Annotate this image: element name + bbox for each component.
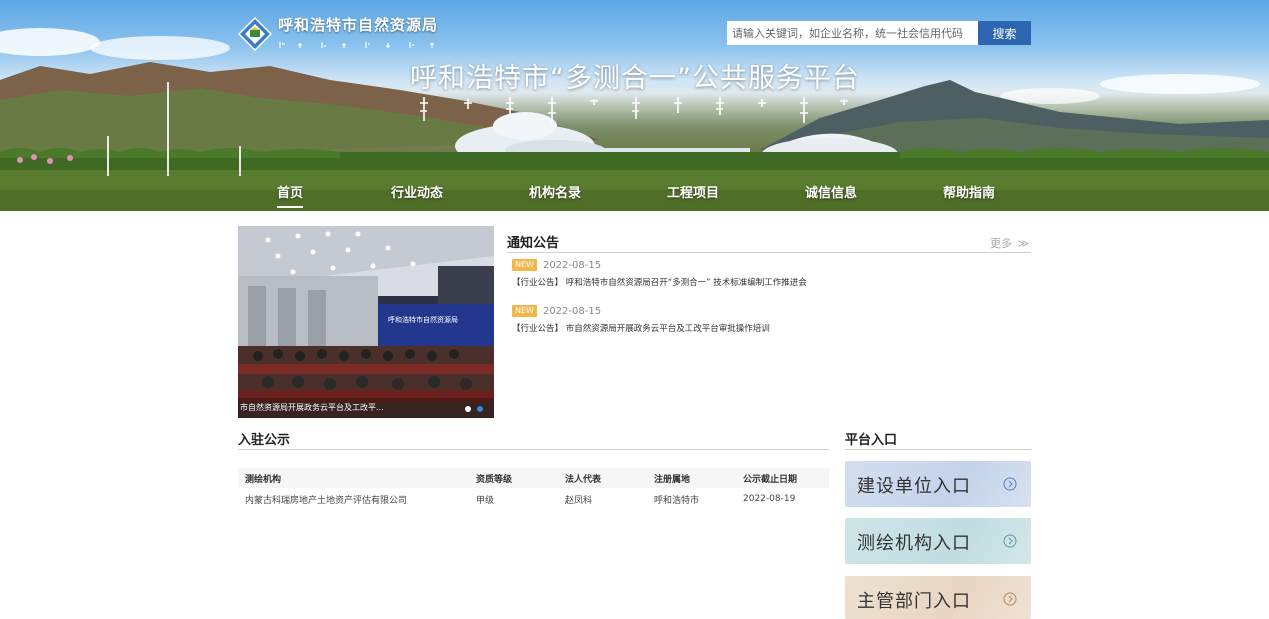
circle-arrow-right-icon	[1003, 534, 1017, 548]
entry-label: 测绘机构入口	[857, 533, 971, 554]
table-cell: 赵凤科	[565, 495, 593, 506]
carousel-caption[interactable]: 市自然资源局开展政务云平台及工改平...	[238, 398, 494, 418]
entry-label: 主管部门入口	[857, 591, 971, 612]
notice-title: 通知公告	[507, 236, 560, 251]
notice-date: 2022-08-15	[542, 259, 602, 271]
emblem-icon	[238, 17, 272, 51]
column-header: 测绘机构	[238, 468, 469, 488]
circle-arrow-right-icon	[1003, 477, 1017, 491]
settled-table: 测绘机构 资质等级 法人代表 注册属地 公示截止日期 内蒙古科瑞房地产土地资产评…	[238, 468, 829, 510]
notice-section-header: 通知公告 更多 ≫	[507, 232, 1031, 253]
column-header: 公示截止日期	[736, 468, 829, 488]
main-nav: 首页 行业动态 机构名录 工程项目 诚信信息 帮助指南	[0, 176, 1269, 211]
table-cell: 甲级	[476, 495, 495, 506]
double-chevron-right-icon: ≫	[1017, 237, 1029, 250]
more-label: 更多	[989, 237, 1012, 250]
authority-entry-button[interactable]: 主管部门入口	[845, 576, 1031, 619]
notice-item: NEW 2022-08-15 【行业公告】 呼和浩特市自然资源局召开“多测合一”…	[512, 259, 807, 288]
carousel-dot-2-active[interactable]	[477, 406, 483, 412]
carousel-dot-1[interactable]	[465, 406, 471, 412]
nav-item-home[interactable]: 首页	[277, 182, 304, 208]
entry-label: 建设单位入口	[857, 476, 971, 497]
column-header: 注册属地	[647, 468, 736, 488]
search-input[interactable]	[727, 21, 978, 45]
carousel-slide-banner-text: 呼和浩特市自然资源局	[388, 315, 458, 324]
notice-date: 2022-08-15	[542, 305, 602, 317]
table-cell: 2022-08-19	[743, 494, 796, 504]
surveying-institution-entry-button[interactable]: 测绘机构入口	[845, 518, 1031, 564]
nav-item-projects[interactable]: 工程项目	[667, 182, 719, 201]
org-name: 呼和浩特市自然资源局	[278, 16, 439, 34]
new-badge: NEW	[512, 305, 537, 317]
construction-unit-entry-button[interactable]: 建设单位入口	[845, 461, 1031, 507]
nav-item-help-guide[interactable]: 帮助指南	[943, 182, 995, 201]
nav-item-credit-info[interactable]: 诚信信息	[805, 182, 857, 201]
platform-title: 呼和浩特市“多测合一”公共服务平台	[410, 63, 860, 94]
table-cell: 内蒙古科瑞房地产土地资产评估有限公司	[245, 495, 408, 506]
nav-item-institution-directory[interactable]: 机构名录	[529, 182, 581, 201]
search-button[interactable]: 搜索	[978, 21, 1031, 45]
table-header-row: 测绘机构 资质等级 法人代表 注册属地 公示截止日期	[238, 468, 829, 488]
settled-title: 入驻公示	[238, 433, 291, 448]
table-row[interactable]: 内蒙古科瑞房地产土地资产评估有限公司 甲级 赵凤科 呼和浩特市 2022-08-…	[238, 488, 829, 510]
platform-entry-title: 平台入口	[845, 433, 898, 448]
search-bar: 搜索	[727, 21, 1031, 45]
notice-link[interactable]: 【行业公告】 呼和浩特市自然资源局召开“多测合一” 技术标准编制工作推进会	[512, 276, 807, 288]
column-header: 资质等级	[469, 468, 558, 488]
carousel-slide-image: 呼和浩特市自然资源局	[238, 226, 494, 418]
settled-section-header: 入驻公示	[238, 429, 829, 450]
notice-link[interactable]: 【行业公告】 市自然资源局开展政务云平台及工改平台审批操作培训	[512, 322, 770, 334]
notice-item: NEW 2022-08-15 【行业公告】 市自然资源局开展政务云平台及工改平台…	[512, 305, 770, 334]
nav-item-industry-news[interactable]: 行业动态	[391, 182, 443, 201]
column-header: 法人代表	[558, 468, 647, 488]
platform-entry-section-header: 平台入口	[845, 429, 1031, 450]
news-carousel[interactable]: 呼和浩特市自然资源局 市自然资源局开展政务云平台及工改平...	[238, 226, 494, 418]
mongolian-script-graphic	[279, 42, 434, 48]
org-logo[interactable]: 呼和浩特市自然资源局	[238, 14, 438, 54]
notice-more-link[interactable]: 更多 ≫	[990, 235, 1029, 251]
new-badge: NEW	[512, 259, 537, 271]
table-cell: 呼和浩特市	[654, 495, 700, 506]
platform-mongolian-script-graphic	[420, 97, 848, 123]
header-banner: 呼和浩特市自然资源局 搜索 呼和浩特市“多测合一”公共服务平台	[0, 0, 1269, 211]
circle-arrow-right-icon	[1003, 592, 1017, 606]
